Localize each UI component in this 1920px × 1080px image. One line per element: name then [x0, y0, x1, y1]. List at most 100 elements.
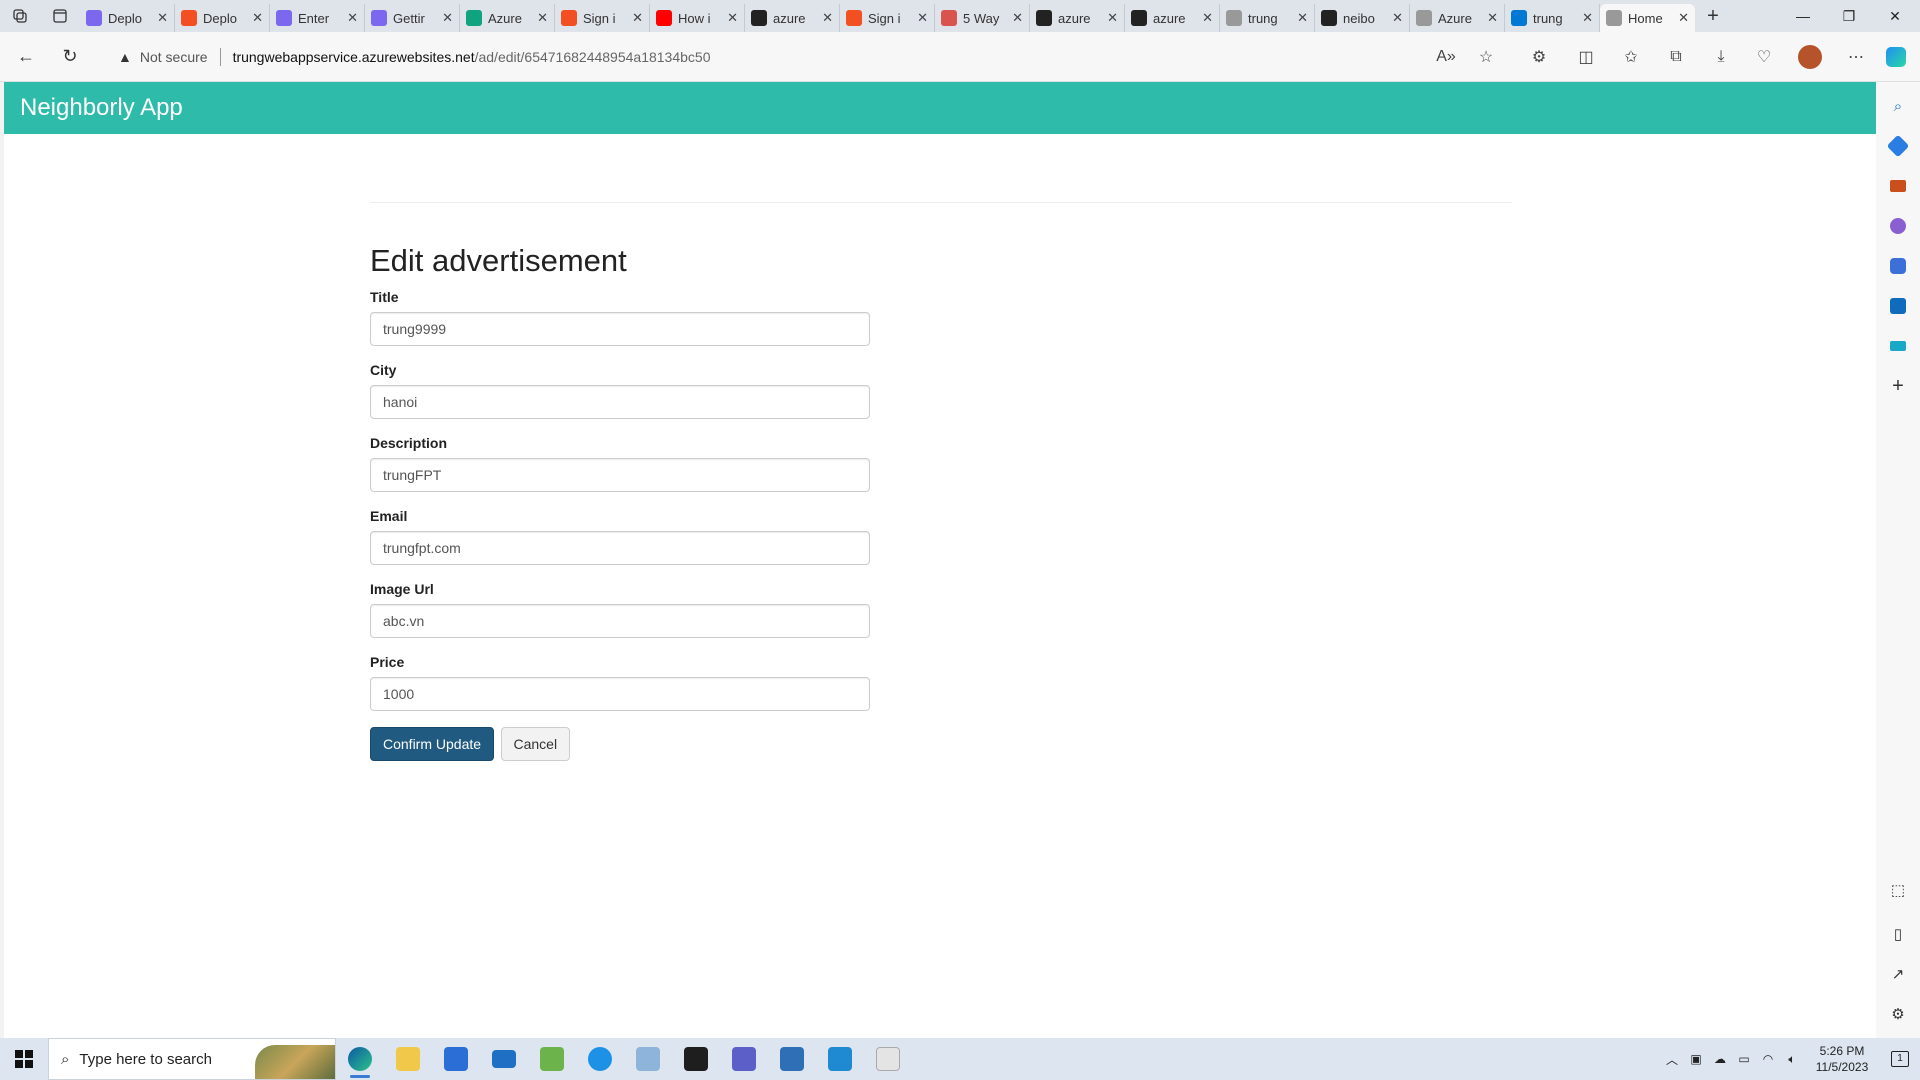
new-tab-button[interactable]: +: [1695, 5, 1731, 28]
browser-tab[interactable]: Gettir ✕: [365, 4, 460, 32]
docker-icon[interactable]: [576, 1038, 624, 1080]
tab-close-icon[interactable]: ✕: [727, 10, 738, 26]
browser-tab[interactable]: How i ✕: [650, 4, 745, 32]
storage-explorer-icon[interactable]: [624, 1038, 672, 1080]
file-explorer-icon[interactable]: [384, 1038, 432, 1080]
drop-icon[interactable]: [1886, 334, 1910, 358]
office-icon[interactable]: [1886, 254, 1910, 278]
tab-close-icon[interactable]: ✕: [1012, 10, 1023, 26]
tab-close-icon[interactable]: ✕: [442, 10, 453, 26]
refresh-icon[interactable]: ↻: [52, 39, 88, 75]
tab-close-icon[interactable]: ✕: [1107, 10, 1118, 26]
taskbar-search[interactable]: ⌕ Type here to search: [48, 1038, 336, 1080]
copilot-icon[interactable]: [1880, 41, 1912, 73]
split-screen-icon[interactable]: ◫: [1570, 41, 1602, 73]
browser-tab[interactable]: Sign i ✕: [840, 4, 935, 32]
more-menu-icon[interactable]: ⋯: [1840, 41, 1872, 73]
browser-tab[interactable]: Deplo ✕: [80, 4, 175, 32]
shopping-icon[interactable]: [1886, 134, 1910, 158]
security-label[interactable]: Not secure: [140, 49, 208, 65]
browser-tab[interactable]: trung ✕: [1505, 4, 1600, 32]
browser-tab[interactable]: Enter ✕: [270, 4, 365, 32]
warning-icon[interactable]: ▲: [118, 49, 132, 65]
tab-close-icon[interactable]: ✕: [537, 10, 548, 26]
sidebar-settings-icon[interactable]: ⚙: [1886, 1002, 1910, 1026]
wifi-icon[interactable]: ◠: [1756, 1038, 1780, 1080]
tab-close-icon[interactable]: ✕: [1487, 10, 1498, 26]
clock[interactable]: 5:26 PM 11/5/2023: [1804, 1043, 1880, 1075]
edge-app-icon[interactable]: [336, 1038, 384, 1080]
terminal-icon[interactable]: [672, 1038, 720, 1080]
browser-tab[interactable]: azure ✕: [745, 4, 840, 32]
browser-tab[interactable]: Sign i ✕: [555, 4, 650, 32]
paint-icon[interactable]: [864, 1038, 912, 1080]
tab-close-icon[interactable]: ✕: [347, 10, 358, 26]
browser-tab[interactable]: Azure ✕: [1410, 4, 1505, 32]
games-icon[interactable]: [1886, 214, 1910, 238]
restore-icon[interactable]: ❐: [1826, 0, 1872, 32]
email-input[interactable]: [370, 531, 870, 565]
browser-tab[interactable]: azure ✕: [1125, 4, 1220, 32]
title-group: Title: [370, 289, 1512, 346]
address-bar[interactable]: ▲ Not secure trungwebappservice.azureweb…: [104, 38, 1504, 76]
image-url-input[interactable]: [370, 604, 870, 638]
minimize-icon[interactable]: —: [1780, 0, 1826, 32]
browser-tab[interactable]: Deplo ✕: [175, 4, 270, 32]
notification-center-icon[interactable]: 1: [1880, 1051, 1920, 1067]
tab-close-icon[interactable]: ✕: [252, 10, 263, 26]
browser-tab[interactable]: Azure ✕: [460, 4, 555, 32]
back-icon[interactable]: ←: [8, 39, 44, 75]
onedrive-icon[interactable]: ☁: [1708, 1038, 1732, 1080]
tab-close-icon[interactable]: ✕: [157, 10, 168, 26]
screenshot-icon[interactable]: ⬚: [1886, 878, 1910, 902]
windows-start-icon[interactable]: [0, 1038, 48, 1080]
tab-close-icon[interactable]: ✕: [632, 10, 643, 26]
tab-close-icon[interactable]: ✕: [1392, 10, 1403, 26]
tab-close-icon[interactable]: ✕: [1678, 10, 1689, 26]
title-input[interactable]: [370, 312, 870, 346]
city-input[interactable]: [370, 385, 870, 419]
close-window-icon[interactable]: ✕: [1872, 0, 1918, 32]
tab-close-icon[interactable]: ✕: [1297, 10, 1308, 26]
browser-essentials-icon[interactable]: ♡: [1748, 41, 1780, 73]
browser-tab[interactable]: trung ✕: [1220, 4, 1315, 32]
profile-avatar[interactable]: [1794, 41, 1826, 73]
brand-link[interactable]: Neighborly App: [20, 94, 183, 122]
tab-close-icon[interactable]: ✕: [917, 10, 928, 26]
notepad-icon[interactable]: [528, 1038, 576, 1080]
browser-tab[interactable]: neibo ✕: [1315, 4, 1410, 32]
tab-close-icon[interactable]: ✕: [1582, 10, 1593, 26]
tools-icon[interactable]: [1886, 174, 1910, 198]
browser-tab[interactable]: azure ✕: [1030, 4, 1125, 32]
browser-tab[interactable]: 5 Way ✕: [935, 4, 1030, 32]
collections-icon[interactable]: ⧉: [1660, 41, 1692, 73]
tab-close-icon[interactable]: ✕: [822, 10, 833, 26]
vertical-tabs-icon[interactable]: [40, 0, 80, 32]
cancel-button[interactable]: Cancel: [500, 727, 571, 761]
open-external-icon[interactable]: ↗: [1886, 962, 1910, 986]
search-icon[interactable]: ⌕: [1886, 94, 1910, 118]
mail-icon[interactable]: [480, 1038, 528, 1080]
hide-sidebar-icon[interactable]: ▯: [1886, 922, 1910, 946]
show-hidden-icons-icon[interactable]: ︿: [1660, 1038, 1684, 1080]
vscode-icon[interactable]: [816, 1038, 864, 1080]
read-aloud-icon[interactable]: A»: [1430, 41, 1462, 73]
tab-close-icon[interactable]: ✕: [1202, 10, 1213, 26]
volume-icon[interactable]: 🔈︎: [1780, 1038, 1804, 1080]
downloads-icon[interactable]: ⤓: [1705, 41, 1737, 73]
favorites-icon[interactable]: ✩: [1615, 41, 1647, 73]
favorite-star-icon[interactable]: ☆: [1470, 41, 1502, 73]
store-icon[interactable]: [432, 1038, 480, 1080]
price-input[interactable]: [370, 677, 870, 711]
add-sidebar-icon[interactable]: +: [1886, 374, 1910, 398]
outlook-icon[interactable]: [1886, 294, 1910, 318]
extensions-icon[interactable]: ⚙: [1523, 41, 1555, 73]
teams-icon[interactable]: [720, 1038, 768, 1080]
confirm-update-button[interactable]: Confirm Update: [370, 727, 495, 761]
battery-icon[interactable]: ▭: [1732, 1038, 1756, 1080]
device-icon[interactable]: ▣: [1684, 1038, 1708, 1080]
workspaces-icon[interactable]: [0, 0, 40, 32]
description-input[interactable]: [370, 458, 870, 492]
powershell-icon[interactable]: [768, 1038, 816, 1080]
browser-tab[interactable]: Home ✕: [1600, 4, 1695, 32]
